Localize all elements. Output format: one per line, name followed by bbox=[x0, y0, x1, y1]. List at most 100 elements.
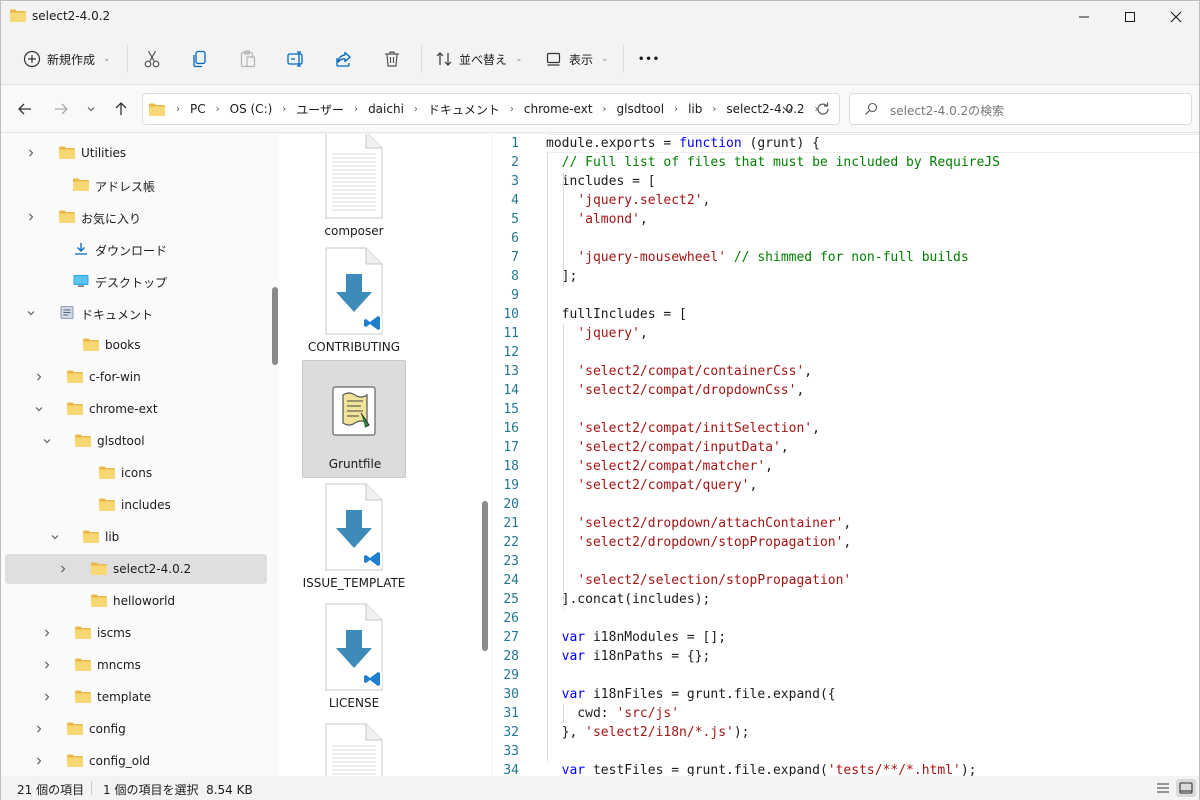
file-item-composer[interactable]: composer bbox=[302, 134, 406, 246]
file-item-file[interactable] bbox=[302, 720, 406, 776]
minimize-button[interactable] bbox=[1061, 1, 1107, 33]
breadcrumb-item[interactable]: chrome-ext bbox=[521, 102, 596, 116]
tree-item-[interactable]: ダウンロード bbox=[5, 234, 267, 264]
line-number: 9 bbox=[511, 288, 519, 303]
file-item-gruntfile[interactable]: Gruntfile bbox=[302, 360, 406, 478]
file-item-issue-template[interactable]: ISSUE_TEMPLATE bbox=[302, 480, 406, 598]
search-placeholder: select2-4.0.2の検索 bbox=[890, 104, 1005, 118]
chevron-right-icon[interactable]: › bbox=[407, 104, 425, 115]
cut-button[interactable] bbox=[142, 43, 162, 75]
chevron-right-icon[interactable]: › bbox=[503, 104, 521, 115]
chevron-right-icon[interactable]: › bbox=[347, 104, 365, 115]
indent-guide bbox=[547, 153, 548, 761]
chevron-right-icon[interactable] bbox=[25, 212, 37, 225]
more-options-button[interactable]: ••• bbox=[638, 43, 660, 75]
breadcrumb-item[interactable]: lib bbox=[685, 102, 705, 116]
breadcrumb-item[interactable]: PC bbox=[187, 102, 209, 116]
search-input[interactable]: select2-4.0.2の検索 bbox=[849, 93, 1192, 125]
breadcrumb-item[interactable]: ユーザー bbox=[293, 101, 347, 118]
chevron-down-icon[interactable] bbox=[33, 404, 45, 417]
share-button[interactable] bbox=[334, 43, 354, 75]
tree-item-label: config_old bbox=[89, 754, 151, 768]
tree-item-lib[interactable]: lib bbox=[5, 522, 267, 552]
breadcrumb-item[interactable]: glsdtool bbox=[614, 102, 668, 116]
recent-locations-button[interactable] bbox=[79, 97, 103, 121]
rename-button[interactable] bbox=[286, 43, 306, 75]
maximize-button[interactable] bbox=[1107, 1, 1153, 33]
breadcrumb-item[interactable]: ドキュメント bbox=[425, 101, 503, 118]
tree-item-c-for-win[interactable]: c-for-win bbox=[5, 362, 267, 392]
chevron-right-icon[interactable] bbox=[33, 756, 45, 769]
chevron-down-icon[interactable] bbox=[49, 532, 61, 545]
tree-item-[interactable]: お気に入り bbox=[5, 202, 267, 232]
breadcrumb-item[interactable]: daichi bbox=[365, 102, 407, 116]
code-line: 4 'jquery.select2', bbox=[493, 191, 1199, 210]
new-button[interactable]: 新規作成 ⌄ bbox=[23, 43, 111, 75]
address-bar[interactable]: › PC › OS (C:) › ユーザー › daichi › ドキュメント › chrome-ex… bbox=[142, 93, 840, 125]
tree-item-books[interactable]: books bbox=[5, 330, 267, 360]
tree-item-icons[interactable]: icons bbox=[5, 458, 267, 488]
tree-item-includes[interactable]: includes bbox=[5, 490, 267, 520]
chevron-right-icon[interactable]: › bbox=[275, 104, 293, 115]
chevron-right-icon[interactable]: › bbox=[667, 104, 685, 115]
chevron-right-icon[interactable] bbox=[57, 564, 69, 577]
tree-item-iscms[interactable]: iscms bbox=[5, 618, 267, 648]
tree-item-config[interactable]: config bbox=[5, 714, 267, 744]
forward-button[interactable] bbox=[49, 97, 73, 121]
tree-item-[interactable]: アドレス帳 bbox=[5, 170, 267, 200]
chevron-right-icon[interactable] bbox=[33, 372, 45, 385]
chevron-right-icon[interactable] bbox=[41, 692, 53, 705]
code-text: cwd: 'src/js' bbox=[546, 706, 680, 721]
chevron-right-icon[interactable] bbox=[41, 628, 53, 641]
chevron-right-icon[interactable] bbox=[41, 660, 53, 673]
chevron-right-icon[interactable]: › bbox=[169, 104, 187, 115]
tree-item-select2-4-0-2[interactable]: select2-4.0.2 bbox=[5, 554, 267, 584]
chevron-right-icon[interactable]: › bbox=[705, 104, 723, 115]
navigation-scrollbar[interactable] bbox=[272, 287, 278, 365]
minimize-icon bbox=[1079, 16, 1089, 18]
breadcrumb-item[interactable]: OS (C:) bbox=[227, 102, 276, 116]
tree-item-utilities[interactable]: Utilities bbox=[5, 138, 267, 168]
tree-item-[interactable]: デスクトップ bbox=[5, 266, 267, 296]
tree-item-mncms[interactable]: mncms bbox=[5, 650, 267, 680]
delete-button[interactable] bbox=[382, 43, 402, 75]
separator bbox=[127, 45, 128, 73]
tree-item-chrome-ext[interactable]: chrome-ext bbox=[5, 394, 267, 424]
back-button[interactable] bbox=[13, 97, 37, 121]
tree-item-helloworld[interactable]: helloworld bbox=[5, 586, 267, 616]
chevron-right-icon[interactable]: › bbox=[209, 104, 227, 115]
preview-view-button[interactable] bbox=[1176, 779, 1196, 797]
close-button[interactable] bbox=[1153, 1, 1199, 33]
file-item-contributing[interactable]: CONTRIBUTING bbox=[302, 244, 406, 362]
line-number: 17 bbox=[503, 440, 519, 455]
details-view-button[interactable] bbox=[1153, 779, 1173, 797]
chevron-right-icon[interactable]: › bbox=[596, 104, 614, 115]
chevron-down-icon[interactable] bbox=[41, 436, 53, 449]
line-number: 30 bbox=[503, 687, 519, 702]
sort-button[interactable]: 並べ替え ⌄ bbox=[435, 43, 523, 75]
address-dropdown-button[interactable] bbox=[781, 102, 795, 119]
file-label: composer bbox=[324, 224, 384, 238]
tree-item-config-old[interactable]: config_old bbox=[5, 746, 267, 776]
folder-icon bbox=[91, 594, 107, 607]
chevron-right-icon[interactable] bbox=[33, 724, 45, 737]
refresh-button[interactable] bbox=[815, 101, 831, 120]
copy-button[interactable] bbox=[190, 43, 210, 75]
line-number: 16 bbox=[503, 421, 519, 436]
chevron-down-icon[interactable] bbox=[25, 308, 37, 321]
new-button-label: 新規作成 bbox=[47, 52, 96, 67]
file-item-license[interactable]: LICENSE bbox=[302, 600, 406, 718]
tree-item-template[interactable]: template bbox=[5, 682, 267, 712]
file-explorer-window: select2-4.0.2 新規作成 ⌄ 並べ替え ⌄ 表示 ⌄ ••• › P… bbox=[0, 0, 1200, 800]
view-button[interactable]: 表示 ⌄ bbox=[545, 43, 609, 75]
download-icon bbox=[75, 243, 87, 255]
tree-item-[interactable]: ドキュメント bbox=[5, 298, 267, 328]
file-list-scrollbar[interactable] bbox=[482, 501, 488, 651]
tree-item-glsdtool[interactable]: glsdtool bbox=[5, 426, 267, 456]
chevron-right-icon[interactable] bbox=[25, 148, 37, 161]
code-text: ]; bbox=[546, 269, 578, 284]
sort-icon bbox=[436, 52, 452, 66]
navigation-pane: Utilities アドレス帳 お気に入り ダウンロード デスクトップ ドキュメント boo… bbox=[1, 134, 278, 776]
paste-button[interactable] bbox=[238, 43, 258, 75]
up-button[interactable] bbox=[109, 97, 133, 121]
